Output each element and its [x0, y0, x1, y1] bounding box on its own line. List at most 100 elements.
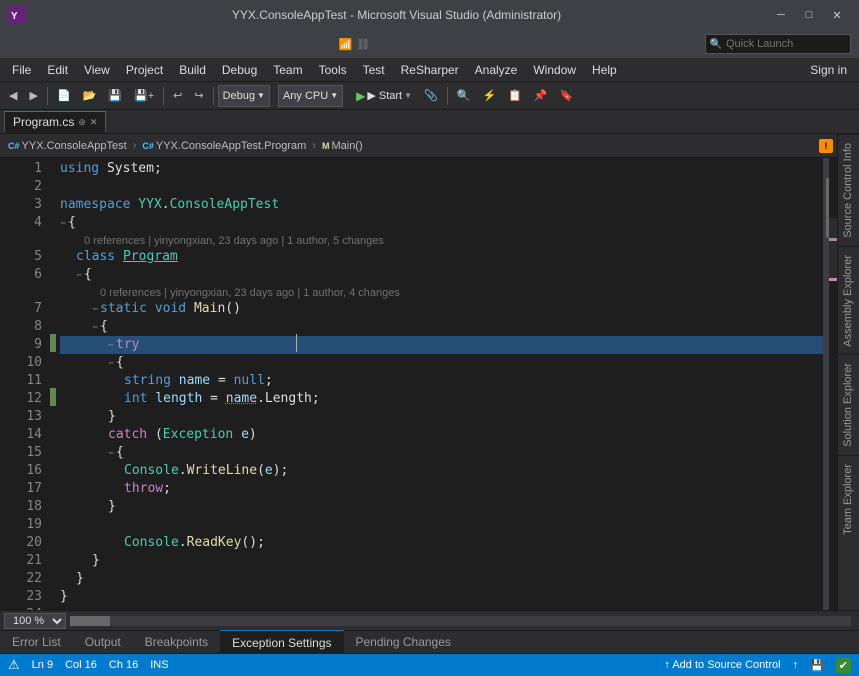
toolbar-redo[interactable]: ↪	[189, 85, 208, 107]
toolbar-forward[interactable]: ▶	[24, 85, 42, 107]
sidebar-tab-team[interactable]: Team Explorer	[838, 455, 859, 543]
bottom-tab-exception-settings[interactable]: Exception Settings	[220, 630, 343, 654]
breadcrumb-namespace: C# YYX.ConsoleAppTest	[4, 140, 131, 152]
tab-program-cs[interactable]: Program.cs ⊕ ✕	[4, 111, 106, 133]
toolbar-sep4	[447, 87, 448, 105]
menu-bar: File Edit View Project Build Debug Team …	[0, 58, 859, 82]
toolbar-save[interactable]: 💾	[103, 85, 127, 107]
search-icon: 🔍	[710, 39, 722, 50]
toolbar-extra2[interactable]: ⚡	[477, 85, 501, 107]
add-source-control[interactable]: ↑ Add to Source Control	[664, 659, 780, 671]
status-col[interactable]: Col 16	[65, 659, 97, 671]
vertical-scrollbar[interactable]	[823, 158, 837, 610]
collapse-4[interactable]: −	[60, 215, 66, 233]
vs-logo: Y	[8, 6, 26, 24]
collapse-7[interactable]: −	[92, 301, 98, 319]
minimize-button[interactable]: ─	[767, 0, 795, 30]
minimap	[829, 158, 837, 610]
bottom-tabs: Error List Output Breakpoints Exception …	[0, 630, 859, 654]
menu-edit[interactable]: Edit	[39, 58, 76, 82]
collapse-10[interactable]: −	[108, 355, 114, 373]
editor-content[interactable]: 1 2 3 4 − 5 − 6 7 − 8 9 − 10 11 12 13 14…	[0, 158, 837, 610]
chevron-down-icon2: ▼	[330, 91, 338, 100]
menu-window[interactable]: Window	[525, 58, 584, 82]
toolbar-open[interactable]: 📂	[78, 85, 102, 107]
toolbar-extra5[interactable]: 🔖	[555, 85, 579, 107]
status-ch[interactable]: Ch 16	[109, 659, 138, 671]
sidebar-tab-solution[interactable]: Solution Explorer	[838, 354, 859, 455]
menu-resharper[interactable]: ReSharper	[393, 58, 467, 82]
toolbar: ◀ ▶ 📄 📂 💾 💾+ ↩ ↪ Debug ▼ Any CPU ▼ ▶ ▶ S…	[0, 82, 859, 110]
toolbar-extra4[interactable]: 📌	[529, 85, 553, 107]
close-button[interactable]: ✕	[823, 0, 851, 30]
toolbar-undo[interactable]: ↩	[168, 85, 187, 107]
toolbar-sep1	[47, 87, 48, 105]
code-line-10: −{	[60, 354, 823, 372]
start-button[interactable]: ▶ ▶ Start ▼	[351, 85, 417, 107]
horizontal-scroll-track[interactable]	[70, 616, 851, 626]
menu-debug[interactable]: Debug	[214, 58, 265, 82]
meta-line-4: 0 references | yinyongxian, 23 days ago …	[60, 232, 823, 248]
menu-analyze[interactable]: Analyze	[467, 58, 526, 82]
menu-view[interactable]: View	[76, 58, 118, 82]
menu-build[interactable]: Build	[171, 58, 214, 82]
collapse-9[interactable]: −	[108, 337, 114, 355]
toolbar-extra1[interactable]: 🔍	[452, 85, 476, 107]
code-line-4: −{	[60, 214, 823, 232]
toolbar-sep2	[163, 87, 164, 105]
menu-help[interactable]: Help	[584, 58, 625, 82]
toolbar-attach[interactable]: 📎	[419, 85, 443, 107]
horizontal-scroll-thumb[interactable]	[70, 616, 110, 626]
bottom-tab-breakpoints[interactable]: Breakpoints	[133, 630, 220, 654]
toolbar-new[interactable]: 📄	[52, 85, 76, 107]
zoom-select[interactable]: 100 % 75 % 150 %	[4, 613, 66, 629]
toolbar-extra3[interactable]: 📋	[503, 85, 527, 107]
sidebar-tab-source-control[interactable]: Source Control Info	[838, 134, 859, 246]
code-line-19	[60, 516, 823, 534]
platform-dropdown[interactable]: Any CPU ▼	[278, 85, 343, 107]
code-area[interactable]: using System; namespace YYX.ConsoleAppTe…	[56, 158, 823, 610]
menu-test[interactable]: Test	[355, 58, 393, 82]
chevron-down-icon: ▼	[257, 91, 265, 100]
quick-launch-box[interactable]: 🔍	[705, 34, 851, 54]
code-line-17: throw;	[60, 480, 823, 498]
status-ln[interactable]: Ln 9	[32, 659, 53, 671]
code-line-16: Console.WriteLine(e);	[60, 462, 823, 480]
debug-config-dropdown[interactable]: Debug ▼	[218, 85, 270, 107]
restore-button[interactable]: □	[795, 0, 823, 30]
code-line-13: }	[60, 408, 823, 426]
search-bar: 📶 ⛓ 🔍	[0, 30, 859, 58]
quick-launch-input[interactable]	[726, 38, 846, 50]
code-line-6: −{	[60, 266, 823, 284]
sign-in-button[interactable]: Sign in	[802, 58, 855, 82]
menu-team[interactable]: Team	[265, 58, 310, 82]
sidebar-tab-assembly[interactable]: Assembly Explorer	[838, 246, 859, 355]
tab-label: Program.cs	[13, 115, 74, 129]
debug-config-label: Debug	[223, 90, 255, 102]
collapse-8[interactable]: −	[92, 319, 98, 337]
bottom-tab-output[interactable]: Output	[73, 630, 133, 654]
code-line-1: using System;	[60, 160, 823, 178]
collapse-15[interactable]: −	[108, 445, 114, 463]
start-dropdown-arrow: ▼	[404, 91, 412, 100]
menu-tools[interactable]: Tools	[311, 58, 355, 82]
tabs-bar: Program.cs ⊕ ✕	[0, 110, 859, 134]
code-line-23: }	[60, 588, 823, 606]
cursor	[296, 334, 297, 352]
toolbar-sep3	[213, 87, 214, 105]
code-line-3: namespace YYX.ConsoleAppTest	[60, 196, 823, 214]
bottom-tab-pending-changes[interactable]: Pending Changes	[344, 630, 463, 654]
minimap-viewport	[829, 218, 837, 278]
collapse-6[interactable]: −	[76, 267, 82, 285]
toolbar-back[interactable]: ◀	[4, 85, 22, 107]
menu-file[interactable]: File	[4, 58, 39, 82]
status-ins[interactable]: INS	[150, 659, 168, 671]
tab-close-icon[interactable]: ✕	[90, 117, 98, 128]
menu-project[interactable]: Project	[118, 58, 171, 82]
code-line-2	[60, 178, 823, 196]
minimap-mark2	[829, 278, 837, 281]
bottom-tab-error-list[interactable]: Error List	[0, 630, 73, 654]
warning-icon: !	[819, 139, 833, 153]
toolbar-save-all[interactable]: 💾+	[129, 85, 159, 107]
platform-label: Any CPU	[283, 90, 328, 102]
